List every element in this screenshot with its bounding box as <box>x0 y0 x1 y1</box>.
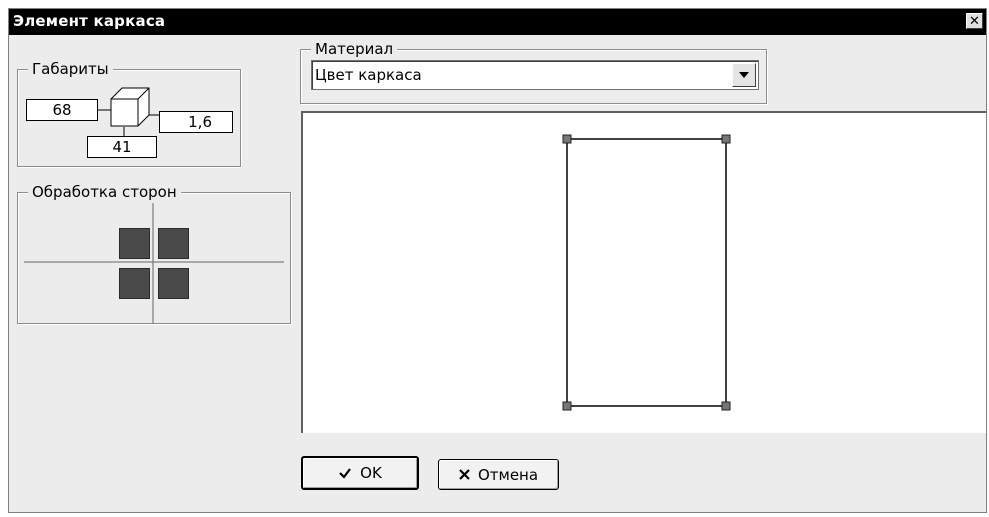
resize-handle-bottom-left <box>562 401 572 411</box>
sides-group: Обработка сторон <box>17 183 291 324</box>
preview-canvas[interactable] <box>301 111 986 433</box>
material-group-label: Материал <box>311 40 398 58</box>
resize-handle-bottom-right <box>721 401 731 411</box>
side-bottom-right[interactable] <box>158 268 189 299</box>
close-button[interactable]: ✕ <box>966 13 983 29</box>
cancel-button-label: Отмена <box>477 465 539 484</box>
dimensions-group: Габариты 68 1,6 41 <box>17 60 241 167</box>
material-select[interactable]: Цвет каркаса <box>311 60 759 90</box>
material-group: Материал Цвет каркаса <box>300 40 767 104</box>
cross-icon <box>459 469 470 480</box>
ok-button-label: OK <box>360 464 382 482</box>
side-top-left[interactable] <box>119 228 150 259</box>
close-icon: ✕ <box>969 13 980 29</box>
window-title: Элемент каркаса <box>13 12 166 30</box>
cancel-button[interactable]: Отмена <box>438 459 559 490</box>
side-bottom-left[interactable] <box>119 268 150 299</box>
chevron-down-icon <box>739 72 749 78</box>
frame-preview <box>562 134 731 411</box>
height-field[interactable]: 41 <box>87 136 157 158</box>
checkmark-icon <box>339 468 352 479</box>
dropdown-button[interactable] <box>732 63 756 87</box>
resize-handle-top-left <box>562 134 572 144</box>
side-top-right[interactable] <box>158 228 189 259</box>
width-field[interactable]: 68 <box>26 99 98 121</box>
title-bar[interactable]: Элемент каркаса ✕ <box>9 9 986 35</box>
depth-field[interactable]: 1,6 <box>159 111 233 133</box>
ok-button[interactable]: OK <box>301 456 419 490</box>
material-select-value: Цвет каркаса <box>315 66 422 84</box>
dialog-window: Элемент каркаса ✕ Габариты 68 1,6 41 Обр… <box>8 8 987 513</box>
sides-diagram <box>24 203 284 323</box>
resize-handle-top-right <box>721 134 731 144</box>
